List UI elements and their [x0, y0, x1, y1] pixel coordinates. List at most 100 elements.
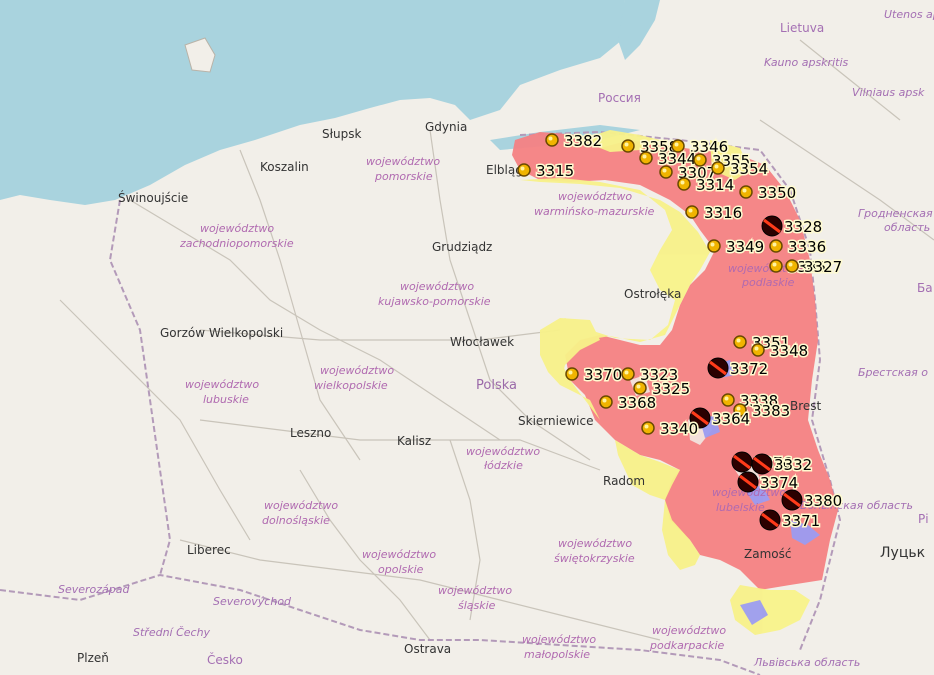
region-label: małopolskie — [524, 648, 590, 661]
region-label: województwo — [366, 155, 440, 168]
outbreak-marker-gold[interactable] — [739, 185, 753, 199]
map-view[interactable]: Słupsk Gdynia Koszalin Elbląg Świnoujści… — [0, 0, 934, 675]
city-label: Gdynia — [425, 120, 467, 134]
marker-highlight — [754, 346, 759, 351]
region-label: województwo — [400, 280, 474, 293]
outbreak-marker-gold[interactable] — [785, 259, 799, 273]
region-label: podkarpackie — [649, 639, 725, 652]
marker-highlight — [724, 396, 729, 401]
city-label: Луцьк — [880, 545, 925, 561]
marker-label: 3340 — [660, 420, 698, 438]
outbreak-marker-gold[interactable] — [711, 161, 725, 175]
region-label: śląskie — [458, 599, 496, 612]
outbreak-marker-gold[interactable] — [707, 239, 721, 253]
region-label: wielkopolskie — [314, 379, 388, 392]
marker-label: 3328 — [784, 218, 822, 236]
marker-highlight — [548, 136, 553, 141]
region-label: Гродненская — [858, 207, 933, 220]
marker-highlight — [736, 338, 741, 343]
region-label: Львівська область — [753, 656, 860, 669]
marker-highlight — [602, 398, 607, 403]
marker-label: 3374 — [760, 474, 798, 492]
region-label: zachodniopomorskie — [179, 237, 294, 250]
country-label: Lietuva — [780, 21, 824, 35]
region-label: województwo — [558, 537, 632, 550]
outbreak-marker-gold[interactable] — [721, 393, 735, 407]
marker-label: 3372 — [730, 360, 768, 378]
city-label: Słupsk — [322, 127, 362, 141]
outbreak-marker-gold[interactable] — [769, 239, 783, 253]
city-label: Ostrołęka — [624, 287, 681, 301]
city-label: Grudziądz — [432, 240, 492, 254]
marker-label: 3383 — [752, 402, 790, 420]
region-label: lubelskie — [716, 501, 765, 514]
city-label: Gorzów Wielkopolski — [160, 326, 283, 340]
marker-label: 3336 — [788, 238, 826, 256]
marker-label: 3350 — [758, 184, 796, 202]
city-label: Zamość — [744, 547, 791, 561]
marker-highlight — [520, 166, 525, 171]
marker-highlight — [624, 370, 629, 375]
region-label: województwo — [362, 548, 436, 561]
outbreak-marker-gold[interactable] — [517, 163, 531, 177]
marker-label: 3370 — [584, 366, 622, 384]
outbreak-marker-gold[interactable] — [769, 259, 783, 273]
city-label: Włocławek — [450, 335, 514, 349]
outbreak-marker-gold[interactable] — [599, 395, 613, 409]
region-label: opolskie — [378, 563, 424, 576]
region-label: województwo — [466, 445, 540, 458]
marker-label: 3327 — [804, 258, 842, 276]
region-label: województwo — [522, 633, 596, 646]
outbreak-marker-gold[interactable] — [545, 133, 559, 147]
outbreak-marker-gold[interactable] — [733, 335, 747, 349]
region-label: Vilniaus apsk — [852, 86, 925, 99]
city-label: Liberec — [187, 543, 231, 557]
region-label: Severovýchod — [213, 595, 292, 608]
outbreak-marker-gold[interactable] — [693, 153, 707, 167]
marker-highlight — [662, 168, 667, 173]
marker-label: 3368 — [618, 394, 656, 412]
region-label: Рі — [918, 512, 929, 526]
region-label: województwo — [652, 624, 726, 637]
outbreak-marker-gold[interactable] — [639, 151, 653, 165]
region-label: dolnośląskie — [262, 514, 330, 527]
marker-label: 3314 — [696, 176, 734, 194]
outbreak-marker-gold[interactable] — [565, 367, 579, 381]
country-label: Česko — [207, 652, 243, 667]
marker-highlight — [644, 424, 649, 429]
marker-label: 3332 — [774, 456, 812, 474]
region-label: Severozápad — [58, 583, 131, 596]
marker-highlight — [568, 370, 573, 375]
outbreak-marker-gold[interactable] — [751, 343, 765, 357]
marker-label: 3325 — [652, 380, 690, 398]
country-label: Россия — [598, 91, 641, 105]
region-label: kujawsko-pomorskie — [378, 295, 491, 308]
marker-label: 3348 — [770, 342, 808, 360]
city-label: Koszalin — [260, 160, 309, 174]
outbreak-marker-gold[interactable] — [633, 381, 647, 395]
marker-label: 3349 — [726, 238, 764, 256]
map-canvas[interactable]: Słupsk Gdynia Koszalin Elbląg Świnoujści… — [0, 0, 934, 675]
outbreak-marker-gold[interactable] — [659, 165, 673, 179]
region-label: województwo — [185, 378, 259, 391]
region-label: województwo — [438, 584, 512, 597]
outbreak-marker-gold[interactable] — [677, 177, 691, 191]
outbreak-marker-gold[interactable] — [641, 421, 655, 435]
marker-highlight — [624, 142, 629, 147]
marker-highlight — [710, 242, 715, 247]
marker-label: 3382 — [564, 132, 602, 150]
marker-highlight — [636, 384, 641, 389]
marker-label: 3316 — [704, 204, 742, 222]
city-label: Skierniewice — [518, 414, 593, 428]
outbreak-marker-gold[interactable] — [621, 139, 635, 153]
region-label: województwo — [320, 364, 394, 377]
region-label: województwo — [558, 190, 632, 203]
city-label: Świnoujście — [118, 190, 188, 205]
city-label: Radom — [603, 474, 645, 488]
marker-label: 3354 — [730, 160, 768, 178]
outbreak-marker-gold[interactable] — [685, 205, 699, 219]
outbreak-marker-gold[interactable] — [621, 367, 635, 381]
marker-highlight — [696, 156, 701, 161]
marker-highlight — [642, 154, 647, 159]
marker-label: 3315 — [536, 162, 574, 180]
